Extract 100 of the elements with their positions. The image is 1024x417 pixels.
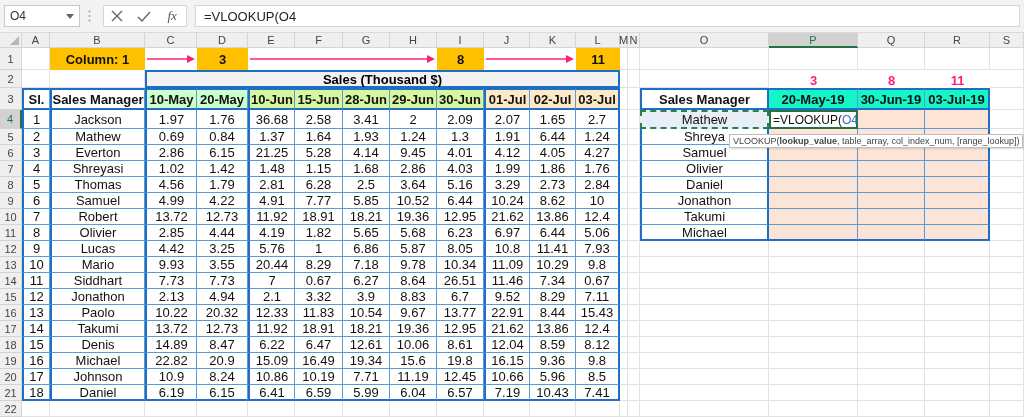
column-header[interactable]: K	[530, 33, 576, 48]
table-cell: 11.41	[530, 241, 576, 257]
row-header[interactable]: 13	[0, 257, 22, 273]
column-header[interactable]: N	[628, 33, 640, 48]
table-cell: 10.9	[145, 369, 197, 385]
row-header[interactable]: 4	[0, 110, 22, 129]
table-cell: 13.77	[437, 305, 484, 321]
column-header[interactable]: C	[145, 33, 197, 48]
column-header[interactable]: O	[640, 33, 769, 48]
row-header[interactable]: 20	[0, 369, 22, 385]
table-cell: 11.92	[248, 321, 295, 337]
column-header[interactable]: J	[484, 33, 530, 48]
table-cell: 6.22	[248, 337, 295, 353]
column-header[interactable]: G	[343, 33, 390, 48]
row-header[interactable]: 18	[0, 337, 22, 353]
table-cell: 6.44	[530, 129, 576, 145]
table-cell: 4.94	[197, 289, 248, 305]
row-header[interactable]: 12	[0, 241, 22, 257]
row-header[interactable]: 16	[0, 305, 22, 321]
column-header[interactable]: Q	[858, 33, 925, 48]
name-box[interactable]: O4	[4, 5, 80, 27]
column-header[interactable]: R	[925, 33, 990, 48]
column-index: 3	[197, 48, 248, 70]
column-header[interactable]: B	[50, 33, 145, 48]
table-cell: 21.25	[248, 145, 295, 161]
table-cell: 13.72	[145, 321, 197, 337]
column-header[interactable]: L	[576, 33, 620, 48]
table-cell: 4.03	[437, 161, 484, 177]
table-cell: 7.93	[576, 241, 620, 257]
table-cell: Robert	[50, 209, 145, 225]
table-cell: 5.06	[576, 225, 620, 241]
table-cell: 13	[22, 305, 50, 321]
table-cell: 11.83	[295, 305, 343, 321]
column-index: 8	[437, 48, 484, 70]
column-header[interactable]: H	[390, 33, 437, 48]
table-cell	[858, 110, 925, 129]
row-header[interactable]: 3	[0, 88, 22, 110]
table-cell: 8.24	[197, 369, 248, 385]
table-cell: 1.79	[197, 177, 248, 193]
column-label: Column: 1	[50, 48, 145, 70]
table-cell: 12.45	[437, 369, 484, 385]
table-cell: 7.41	[576, 385, 620, 401]
table-cell: 6.41	[248, 385, 295, 401]
row-header[interactable]: 1	[0, 48, 22, 70]
table-cell: 8.61	[437, 337, 484, 353]
table-cell: 15	[22, 337, 50, 353]
column-header[interactable]: D	[197, 33, 248, 48]
table-cell: 21.62	[484, 321, 530, 337]
row-header[interactable]: 21	[0, 385, 22, 401]
row-header[interactable]: 11	[0, 225, 22, 241]
table-cell: 2.58	[295, 110, 343, 129]
column-heading: 30-Jun-19	[858, 88, 925, 110]
cross-icon[interactable]	[111, 10, 124, 22]
table-cell: 21.62	[484, 209, 530, 225]
table-cell: 1.42	[197, 161, 248, 177]
insert-function-button[interactable]: fx	[165, 8, 179, 24]
column-header[interactable]: I	[437, 33, 484, 48]
table-cell: 2.1	[248, 289, 295, 305]
table-cell: 2.84	[576, 177, 620, 193]
column-header[interactable]: A	[22, 33, 50, 48]
row-header[interactable]: 19	[0, 353, 22, 369]
table-cell: Jackson	[50, 110, 145, 129]
drag-handle-icon[interactable]	[88, 10, 91, 22]
row-header[interactable]: 7	[0, 161, 22, 177]
table-cell: 12.04	[484, 337, 530, 353]
row-header[interactable]: 2	[0, 70, 22, 88]
table-cell: 9.8	[576, 353, 620, 369]
column-heading: 28-Jun	[343, 88, 390, 110]
column-heading: 29-Jun	[390, 88, 437, 110]
row-header[interactable]: 9	[0, 193, 22, 209]
table-cell: 11.46	[484, 273, 530, 289]
table-cell: 9.78	[390, 257, 437, 273]
table-cell: 3.41	[343, 110, 390, 129]
table-cell: 12.33	[248, 305, 295, 321]
row-header[interactable]: 22	[0, 401, 22, 417]
table-cell: 7.77	[295, 193, 343, 209]
table-cell: 4.91	[248, 193, 295, 209]
column-header[interactable]: E	[248, 33, 295, 48]
row-header[interactable]: 6	[0, 145, 22, 161]
row-header[interactable]: 10	[0, 209, 22, 225]
checkmark-icon[interactable]	[137, 10, 152, 22]
column-heading: Sales Manager	[50, 88, 145, 110]
row-header[interactable]: 5	[0, 129, 22, 145]
table-cell: 6.15	[197, 385, 248, 401]
table-cell: 9.93	[145, 257, 197, 273]
table-cell: 3.29	[484, 177, 530, 193]
table-cell: Denis	[50, 337, 145, 353]
formula-field[interactable]: =VLOOKUP(O4	[195, 5, 1020, 27]
row-header[interactable]: 14	[0, 273, 22, 289]
table-cell: 9.8	[576, 257, 620, 273]
row-header[interactable]: 17	[0, 321, 22, 337]
row-header[interactable]: 8	[0, 177, 22, 193]
table-cell: 4.19	[248, 225, 295, 241]
table-cell: 6.27	[343, 273, 390, 289]
table-cell: Siddhart	[50, 273, 145, 289]
pointer-arrow	[147, 55, 195, 63]
column-header[interactable]: P	[769, 33, 858, 48]
column-header[interactable]: S	[990, 33, 1024, 48]
column-header[interactable]: F	[295, 33, 343, 48]
row-header[interactable]: 15	[0, 289, 22, 305]
